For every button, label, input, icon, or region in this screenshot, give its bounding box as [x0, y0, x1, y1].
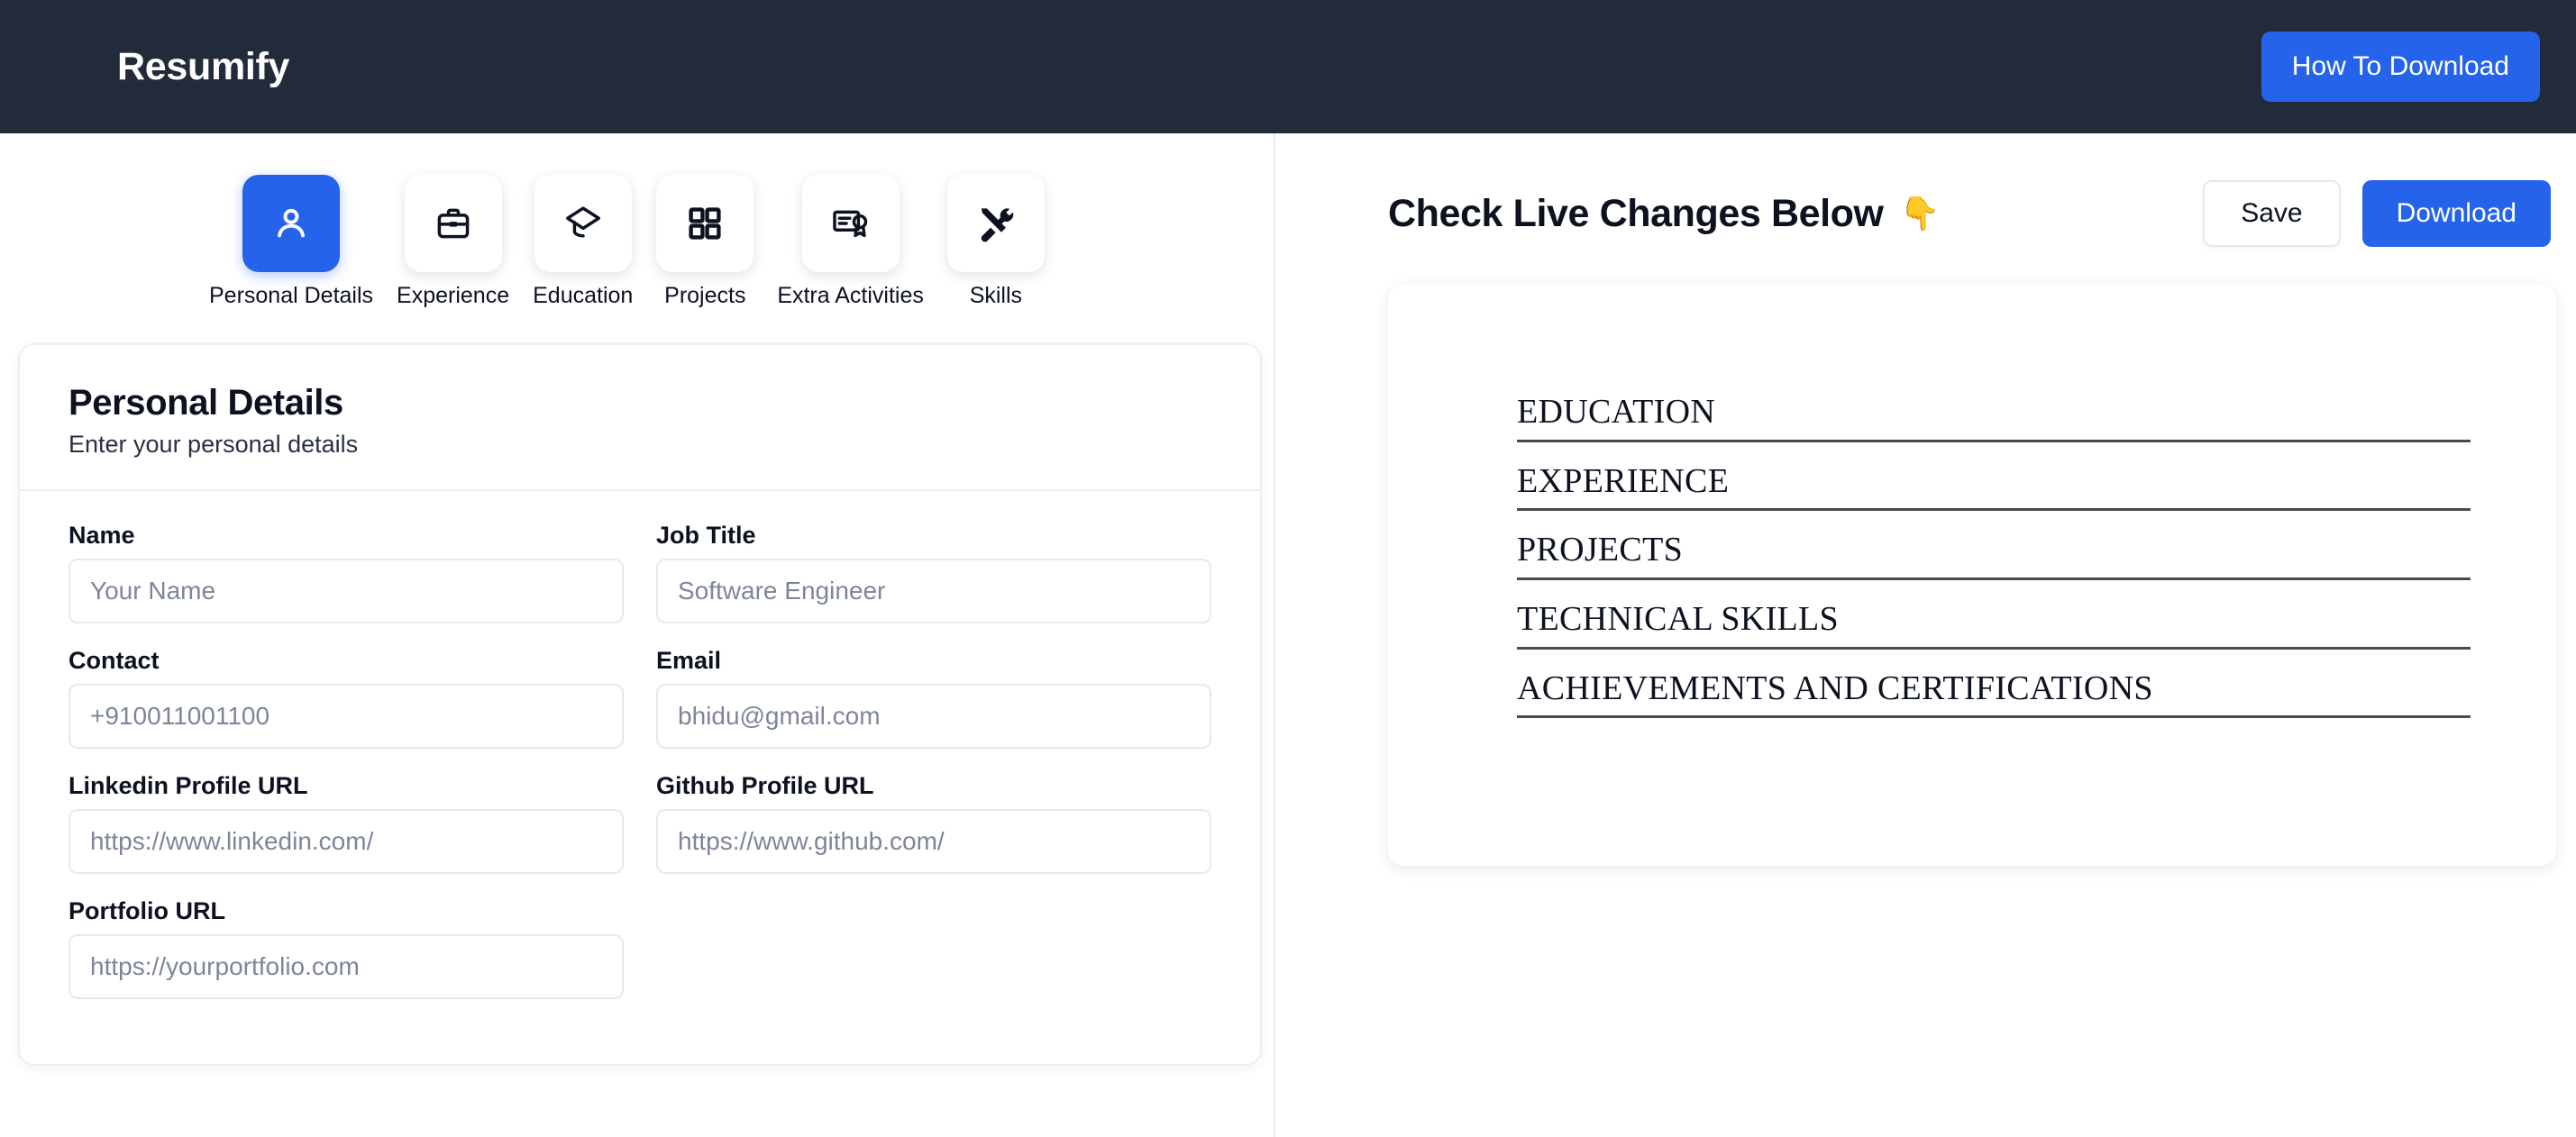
save-button[interactable]: Save — [2203, 180, 2341, 247]
grid-icon — [656, 175, 754, 272]
preview-actions: Save Download — [2203, 180, 2551, 247]
resume-section: ACHIEVEMENTS AND CERTIFICATIONS — [1517, 669, 2471, 719]
section-divider — [1517, 646, 2471, 650]
app-logo-text: Resumify — [117, 44, 290, 88]
app-header: Resumify How To Download — [0, 0, 2576, 133]
resume-section: EDUCATION — [1517, 393, 2471, 442]
field-portfolio-url: Portfolio URL — [69, 897, 624, 999]
form-row: Contact Email — [69, 647, 1211, 749]
section-divider — [1517, 439, 2471, 442]
linkedin-url-input[interactable] — [69, 809, 624, 874]
resume-section-title: EXPERIENCE — [1517, 461, 1730, 500]
briefcase-icon — [404, 175, 502, 272]
personal-details-card: Personal Details Enter your personal det… — [18, 343, 1262, 1066]
field-label: Job Title — [656, 522, 756, 549]
tools-icon — [946, 175, 1045, 272]
tab-label: Education — [533, 283, 634, 308]
pointing-down-icon: 👇 — [1899, 195, 1941, 232]
tab-skills[interactable]: Skills — [946, 175, 1045, 309]
contact-input[interactable] — [69, 684, 624, 749]
certificate-icon — [801, 175, 900, 272]
editor-pane: Personal Details Experience Education Pr… — [0, 133, 1275, 1137]
resume-section: PROJECTS — [1517, 531, 2471, 581]
section-divider — [1517, 715, 2471, 719]
tab-label: Skills — [969, 283, 1023, 308]
card-body: Name Job Title Contact Email — [20, 491, 1260, 1064]
section-tabs: Personal Details Experience Education Pr… — [0, 133, 1274, 309]
preview-pane: Check Live Changes Below 👇 Save Download… — [1275, 133, 2576, 1137]
tab-label: Projects — [664, 283, 746, 308]
field-label: Email — [656, 647, 722, 674]
field-label: Portfolio URL — [69, 897, 225, 924]
email-input[interactable] — [656, 684, 1211, 749]
field-label: Contact — [69, 647, 160, 674]
field-contact: Contact — [69, 647, 624, 749]
field-email: Email — [656, 647, 1211, 749]
portfolio-url-input[interactable] — [69, 934, 624, 999]
field-github-url: Github Profile URL — [656, 772, 1211, 874]
resume-section: EXPERIENCE — [1517, 462, 2471, 512]
how-to-download-button[interactable]: How To Download — [2261, 32, 2540, 102]
tab-label: Extra Activities — [777, 283, 924, 308]
field-linkedin-url: Linkedin Profile URL — [69, 772, 624, 874]
github-url-input[interactable] — [656, 809, 1211, 874]
download-button[interactable]: Download — [2361, 180, 2551, 247]
job-title-input[interactable] — [656, 559, 1211, 623]
tab-personal-details[interactable]: Personal Details — [209, 175, 373, 309]
card-header: Personal Details Enter your personal det… — [20, 345, 1260, 491]
tab-label: Experience — [397, 283, 510, 308]
field-label: Linkedin Profile URL — [69, 772, 308, 799]
resume-preview-card: EDUCATION EXPERIENCE PROJECTS TECHNICAL … — [1388, 285, 2556, 866]
resume-section-title: ACHIEVEMENTS AND CERTIFICATIONS — [1517, 669, 2153, 707]
form-row: Linkedin Profile URL Github Profile URL — [69, 772, 1211, 874]
field-label: Github Profile URL — [656, 772, 874, 799]
form-row: Name Job Title — [69, 522, 1211, 623]
field-job-title: Job Title — [656, 522, 1211, 623]
tab-extra-activities[interactable]: Extra Activities — [777, 175, 924, 309]
resume-section: TECHNICAL SKILLS — [1517, 600, 2471, 650]
field-name: Name — [69, 522, 624, 623]
card-subtitle: Enter your personal details — [69, 431, 359, 458]
resume-section-title: EDUCATION — [1517, 393, 1716, 431]
tab-label: Personal Details — [209, 283, 374, 308]
tab-education[interactable]: Education — [533, 175, 633, 309]
resume-section-title: PROJECTS — [1517, 531, 1684, 569]
resume-section-title: TECHNICAL SKILLS — [1517, 600, 1839, 639]
field-spacer — [656, 897, 1211, 999]
tab-projects[interactable]: Projects — [656, 175, 754, 309]
card-title: Personal Details — [69, 383, 343, 423]
name-input[interactable] — [69, 559, 624, 623]
graduation-cap-icon — [534, 175, 632, 272]
section-divider — [1517, 578, 2471, 581]
form-row: Portfolio URL — [69, 897, 1211, 999]
field-label: Name — [69, 522, 135, 549]
main-content: Personal Details Experience Education Pr… — [0, 133, 2576, 1137]
tab-experience[interactable]: Experience — [397, 175, 509, 309]
person-icon — [242, 175, 341, 272]
preview-title: Check Live Changes Below — [1388, 191, 1884, 235]
preview-header: Check Live Changes Below 👇 Save Download — [1275, 133, 2576, 247]
section-divider — [1517, 508, 2471, 512]
